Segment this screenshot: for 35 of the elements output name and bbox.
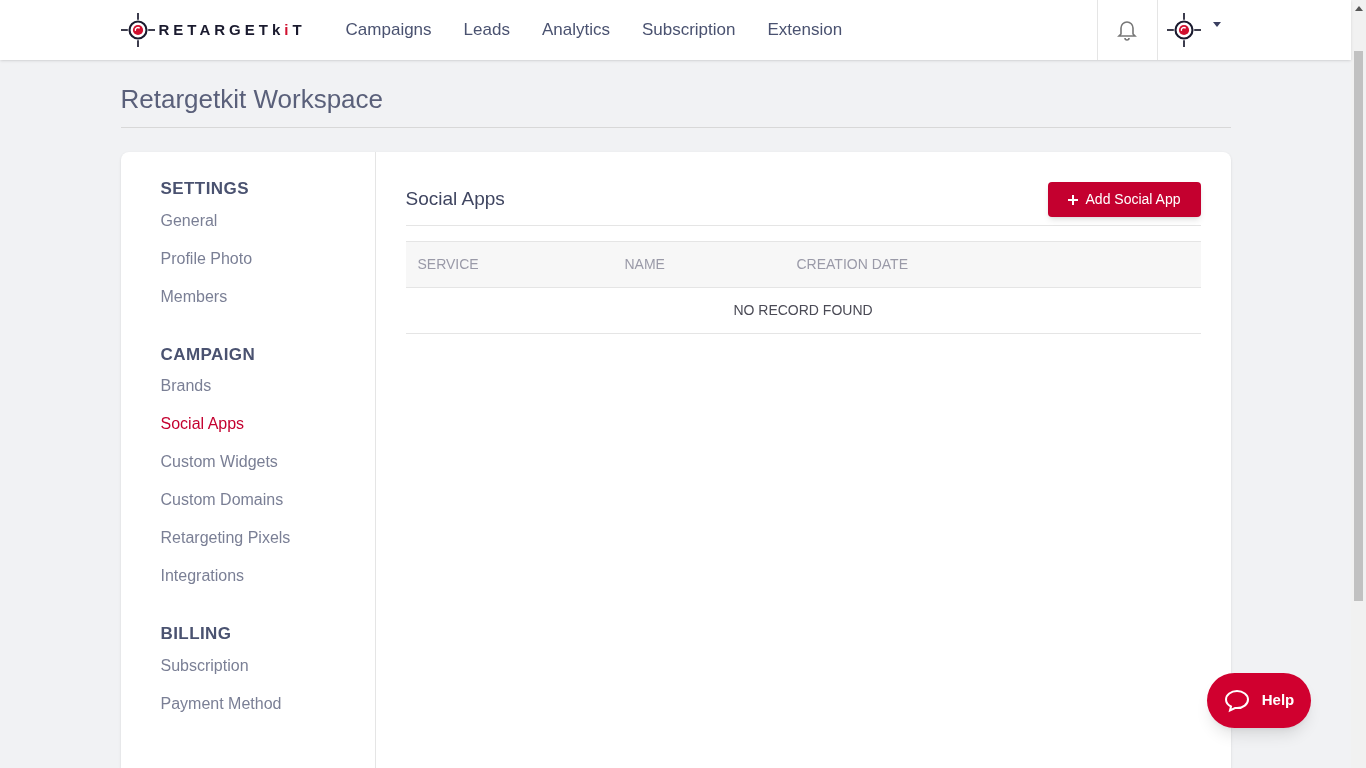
sidebar-item[interactable]: Payment Method bbox=[160, 684, 375, 723]
nav-link[interactable]: Extension bbox=[767, 17, 843, 43]
scroll-up-icon bbox=[1354, 6, 1363, 11]
caret-icon bbox=[1213, 21, 1221, 27]
section-heading: SETTINGS bbox=[160, 178, 250, 200]
page-title: Retargetkit Workspace bbox=[120, 60, 1231, 128]
chat-bubble-icon bbox=[1223, 688, 1250, 713]
sidebar-item[interactable]: Social Apps bbox=[160, 405, 375, 443]
sidebar-item[interactable]: Custom Widgets bbox=[160, 443, 375, 481]
nav-link[interactable]: Subscription bbox=[641, 17, 736, 43]
column-header: CREATION DATE bbox=[796, 255, 908, 274]
logo-icon bbox=[120, 13, 155, 47]
help-button[interactable]: Help bbox=[1207, 673, 1311, 728]
nav-link[interactable]: Campaigns bbox=[345, 17, 432, 43]
sidebar-item[interactable]: General bbox=[160, 201, 375, 240]
add-social-app-button[interactable]: Add Social App bbox=[1047, 182, 1201, 217]
sidebar-item[interactable]: Profile Photo bbox=[160, 239, 375, 278]
sidebar-item[interactable]: Subscription bbox=[160, 646, 375, 685]
sidebar-item[interactable]: Members bbox=[160, 277, 375, 316]
nav-link[interactable]: Leads bbox=[463, 17, 510, 43]
bell-icon bbox=[1117, 19, 1137, 41]
sidebar-item[interactable]: Custom Domains bbox=[160, 481, 375, 519]
column-header: SERVICE bbox=[417, 255, 480, 274]
panel-title: Social Apps bbox=[405, 187, 505, 212]
plus-icon bbox=[1067, 194, 1078, 205]
section-heading: CAMPAIGN bbox=[160, 343, 257, 366]
nav-link[interactable]: Analytics bbox=[541, 17, 610, 43]
sidebar-item[interactable]: Retargeting Pixels bbox=[160, 519, 375, 557]
sidebar-item[interactable]: Brands bbox=[160, 367, 375, 405]
avatar-icon bbox=[1167, 13, 1201, 47]
column-header: NAME bbox=[624, 255, 666, 274]
logo-text: RETARGETk i T bbox=[158, 19, 306, 40]
section-heading: BILLING bbox=[160, 623, 233, 645]
sidebar-item[interactable]: Integrations bbox=[160, 557, 375, 595]
empty-message: NO RECORD FOUND bbox=[733, 301, 873, 320]
